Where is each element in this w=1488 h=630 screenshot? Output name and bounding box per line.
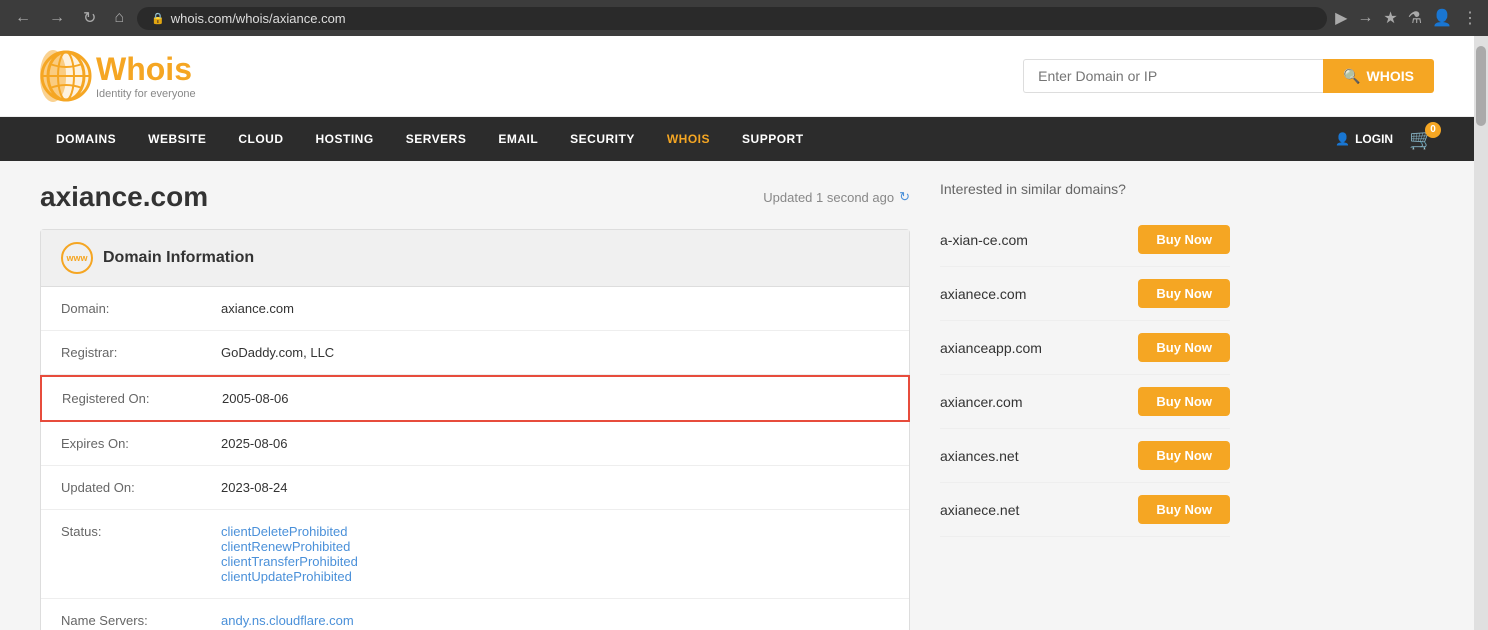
status-value: clientDeleteProhibited clientRenewProhib… — [221, 524, 889, 584]
similar-domain-3: axianceapp.com — [940, 340, 1042, 356]
share-icon[interactable]: → — [1357, 9, 1373, 27]
registered-on-row: Registered On: 2005-08-06 — [40, 375, 910, 422]
cast-icon[interactable]: ▶ — [1335, 8, 1347, 28]
expires-on-row: Expires On: 2025-08-06 — [41, 422, 909, 466]
similar-domain-2: axianece.com — [940, 286, 1026, 302]
logo-tagline: Identity for everyone — [96, 88, 196, 100]
registered-on-label: Registered On: — [62, 391, 222, 406]
cart-button[interactable]: 🛒 0 — [1409, 127, 1434, 152]
buy-now-button-5[interactable]: Buy Now — [1138, 441, 1230, 470]
ns-1[interactable]: andy.ns.cloudflare.com — [221, 613, 889, 628]
status-label: Status: — [61, 524, 221, 584]
domain-value: axiance.com — [221, 301, 889, 316]
updated-on-row: Updated On: 2023-08-24 — [41, 466, 909, 510]
nav-email[interactable]: EMAIL — [482, 117, 554, 161]
lock-icon: 🔒 — [151, 12, 165, 25]
similar-domain-6: axianece.net — [940, 502, 1019, 518]
registered-on-value: 2005-08-06 — [222, 391, 888, 406]
scrollbar[interactable] — [1474, 36, 1488, 630]
nav-support[interactable]: SUPPORT — [726, 117, 820, 161]
info-table: Domain: axiance.com Registrar: GoDaddy.c… — [41, 287, 909, 630]
name-servers-row: Name Servers: andy.ns.cloudflare.com lil… — [41, 599, 909, 630]
status-2[interactable]: clientRenewProhibited — [221, 539, 889, 554]
profile-icon[interactable]: 👤 — [1432, 8, 1452, 28]
scrollbar-thumb[interactable] — [1476, 46, 1486, 126]
cart-badge: 0 — [1425, 122, 1441, 138]
login-button[interactable]: 👤 LOGIN — [1335, 132, 1393, 146]
whois-section: axiance.com Updated 1 second ago ↻ www D… — [40, 181, 910, 630]
logo-icon — [40, 50, 92, 102]
star-icon[interactable]: ★ — [1383, 8, 1397, 28]
similar-domain-1: a-xian-ce.com — [940, 232, 1028, 248]
main-nav: DOMAINS WEBSITE CLOUD HOSTING SERVERS EM… — [0, 117, 1474, 161]
logo[interactable]: Whois Identity for everyone — [40, 50, 196, 102]
logo-whois-text: Whois — [96, 52, 196, 87]
similar-item-1: a-xian-ce.com Buy Now — [940, 213, 1230, 267]
url-text: whois.com/whois/axiance.com — [171, 11, 346, 26]
search-area: 🔍 WHOIS — [1023, 59, 1434, 93]
address-bar[interactable]: 🔒 whois.com/whois/axiance.com — [137, 7, 1327, 30]
registrar-value: GoDaddy.com, LLC — [221, 345, 889, 360]
buy-now-button-2[interactable]: Buy Now — [1138, 279, 1230, 308]
home-button[interactable]: ⌂ — [109, 7, 129, 29]
nav-website[interactable]: WEBSITE — [132, 117, 222, 161]
nav-servers[interactable]: SERVERS — [390, 117, 483, 161]
expires-on-label: Expires On: — [61, 436, 221, 451]
card-header-title: Domain Information — [103, 249, 254, 267]
name-servers-value: andy.ns.cloudflare.com lily.ns.cloudflar… — [221, 613, 889, 630]
registrar-row: Registrar: GoDaddy.com, LLC — [41, 331, 909, 375]
similar-item-6: axianece.net Buy Now — [940, 483, 1230, 537]
extensions-icon[interactable]: ⚗ — [1408, 8, 1422, 28]
buy-now-button-4[interactable]: Buy Now — [1138, 387, 1230, 416]
refresh-icon[interactable]: ↻ — [899, 189, 910, 205]
main-content: axiance.com Updated 1 second ago ↻ www D… — [0, 161, 1474, 630]
similar-item-3: axianceapp.com Buy Now — [940, 321, 1230, 375]
nav-right: 👤 LOGIN 🛒 0 — [1335, 127, 1434, 152]
similar-domain-4: axiancer.com — [940, 394, 1022, 410]
domain-row: Domain: axiance.com — [41, 287, 909, 331]
domain-title-row: axiance.com Updated 1 second ago ↻ — [40, 181, 910, 213]
nav-items: DOMAINS WEBSITE CLOUD HOSTING SERVERS EM… — [40, 117, 1335, 161]
similar-title: Interested in similar domains? — [940, 181, 1230, 197]
similar-item-2: axianece.com Buy Now — [940, 267, 1230, 321]
buy-now-button-3[interactable]: Buy Now — [1138, 333, 1230, 362]
similar-item-4: axiancer.com Buy Now — [940, 375, 1230, 429]
back-button[interactable]: ← — [10, 7, 36, 29]
status-3[interactable]: clientTransferProhibited — [221, 554, 889, 569]
search-input[interactable] — [1023, 59, 1323, 93]
browser-chrome: ← → ↻ ⌂ 🔒 whois.com/whois/axiance.com ▶ … — [0, 0, 1488, 36]
user-icon: 👤 — [1335, 132, 1350, 146]
www-icon: www — [61, 242, 93, 274]
nav-domains[interactable]: DOMAINS — [40, 117, 132, 161]
domain-title: axiance.com — [40, 181, 208, 213]
buy-now-button-6[interactable]: Buy Now — [1138, 495, 1230, 524]
refresh-button[interactable]: ↻ — [78, 6, 101, 30]
domain-label: Domain: — [61, 301, 221, 316]
name-servers-label: Name Servers: — [61, 613, 221, 630]
status-4[interactable]: clientUpdateProhibited — [221, 569, 889, 584]
browser-actions: ▶ → ★ ⚗ 👤 ⋮ — [1335, 8, 1478, 28]
expires-on-value: 2025-08-06 — [221, 436, 889, 451]
updated-label: Updated 1 second ago ↻ — [763, 189, 910, 205]
site-header: Whois Identity for everyone 🔍 WHOIS — [0, 36, 1474, 117]
updated-on-value: 2023-08-24 — [221, 480, 889, 495]
forward-button[interactable]: → — [44, 7, 70, 29]
updated-on-label: Updated On: — [61, 480, 221, 495]
registrar-label: Registrar: — [61, 345, 221, 360]
buy-now-button-1[interactable]: Buy Now — [1138, 225, 1230, 254]
similar-domains-section: Interested in similar domains? a-xian-ce… — [910, 181, 1230, 630]
card-header: www Domain Information — [41, 230, 909, 287]
similar-domain-5: axiances.net — [940, 448, 1019, 464]
nav-security[interactable]: SECURITY — [554, 117, 651, 161]
menu-icon[interactable]: ⋮ — [1462, 8, 1478, 28]
nav-cloud[interactable]: CLOUD — [222, 117, 299, 161]
similar-item-5: axiances.net Buy Now — [940, 429, 1230, 483]
nav-hosting[interactable]: HOSTING — [300, 117, 390, 161]
search-button[interactable]: 🔍 WHOIS — [1323, 59, 1434, 93]
status-row: Status: clientDeleteProhibited clientRen… — [41, 510, 909, 599]
status-1[interactable]: clientDeleteProhibited — [221, 524, 889, 539]
domain-info-card: www Domain Information Domain: axiance.c… — [40, 229, 910, 630]
nav-whois[interactable]: WHOIS — [651, 117, 726, 161]
search-icon: 🔍 — [1343, 68, 1360, 85]
